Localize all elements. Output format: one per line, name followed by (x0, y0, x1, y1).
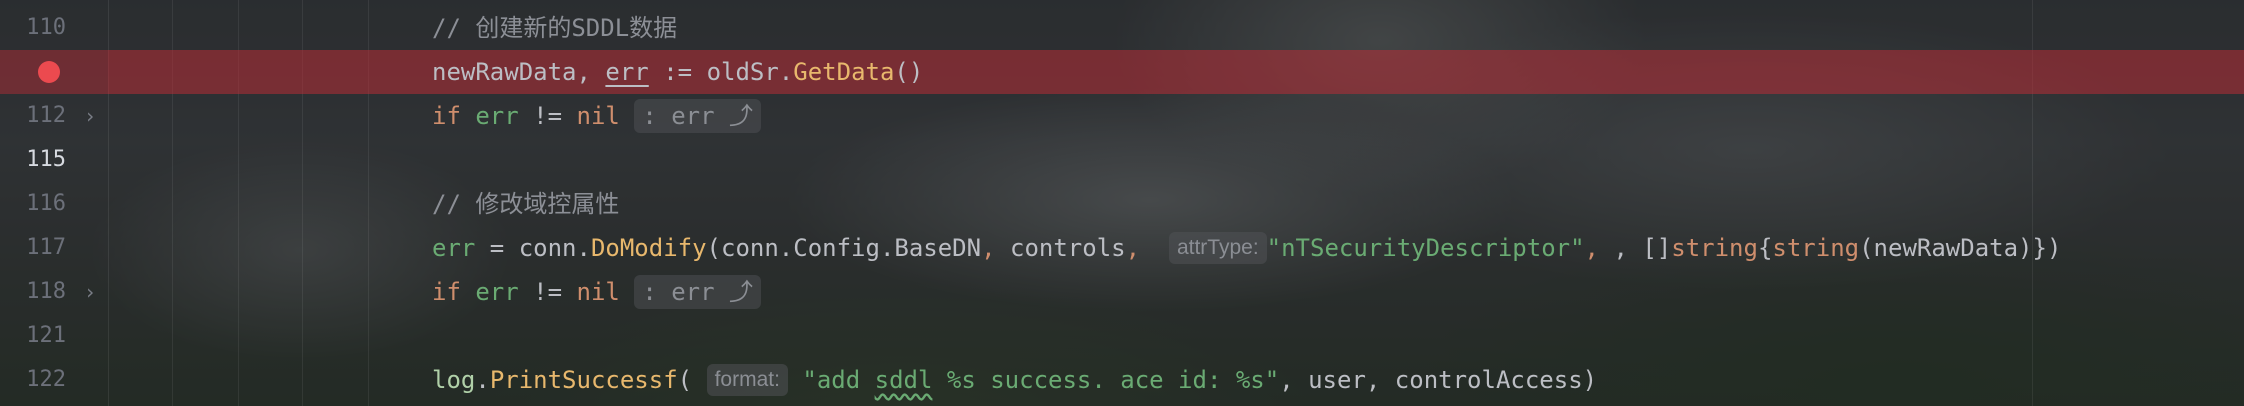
fold-chevron-icon[interactable]: › (84, 270, 96, 314)
code-line[interactable]: 115 (0, 138, 2244, 182)
line-number[interactable]: 115 (0, 138, 66, 182)
code-line[interactable]: 118 › if err != nil : err ⤴ (0, 270, 2244, 314)
line-number[interactable]: 112 (0, 94, 66, 138)
folded-region[interactable]: : err ⤴ (634, 99, 762, 133)
line-number[interactable]: 110 (0, 6, 66, 50)
code-line[interactable]: 110 // 创建新的SDDL数据 (0, 6, 2244, 50)
parameter-hint: attrType: (1168, 232, 1267, 264)
return-arrow-icon: ⤴ (729, 278, 754, 306)
return-arrow-icon: ⤴ (729, 102, 754, 130)
code-line[interactable]: 116 // 修改域控属性 (0, 182, 2244, 226)
breakpoint-icon[interactable] (38, 61, 60, 83)
code-text: log.PrintSuccessf( format: "add sddl %s … (432, 364, 1598, 396)
folded-region[interactable]: : err ⤴ (634, 275, 762, 309)
code-line[interactable]: 117 err = conn.DoModify(conn.Config.Base… (0, 226, 2244, 270)
fold-chevron-icon[interactable]: › (84, 94, 96, 138)
comment: // 创建新的SDDL数据 (432, 14, 678, 42)
code-line-breakpoint[interactable]: newRawData, err := oldSr.GetData() (0, 50, 2244, 94)
line-number[interactable]: 122 (0, 358, 66, 402)
comment: // 修改域控属性 (432, 190, 620, 218)
parameter-hint: format: (706, 364, 788, 396)
line-number[interactable]: 118 (0, 270, 66, 314)
line-number[interactable]: 116 (0, 182, 66, 226)
code-line[interactable]: 112 › if err != nil : err ⤴ (0, 94, 2244, 138)
code-text: err = conn.DoModify(conn.Config.BaseDN, … (432, 232, 2062, 264)
line-number[interactable]: 121 (0, 314, 66, 358)
code-text: if err != nil : err ⤴ (432, 94, 762, 138)
line-number[interactable]: 117 (0, 226, 66, 270)
code-line[interactable]: 121 (0, 314, 2244, 358)
code-text: if err != nil : err ⤴ (432, 270, 762, 314)
code-line[interactable]: 122 log.PrintSuccessf( format: "add sddl… (0, 358, 2244, 402)
code-text: newRawData, err := oldSr.GetData() (432, 58, 924, 86)
